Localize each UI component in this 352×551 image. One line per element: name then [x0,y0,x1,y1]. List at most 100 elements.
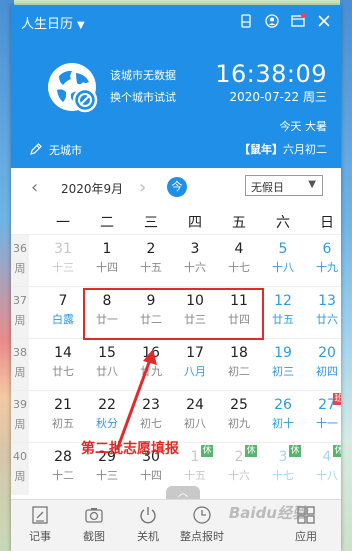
day-cell[interactable]: 17 八月 [173,339,217,391]
today-solar-term: 今天 大暑 [279,120,328,133]
day-number: 2 [146,241,156,257]
lunar-day-label: 廿五 [272,313,294,326]
no-weather-globe-icon[interactable] [45,60,101,116]
week-number: 37 周 [11,287,29,339]
shutdown-label: 关机 [137,530,159,543]
day-cell[interactable]: 2 十五 [129,235,173,287]
mini-mode-icon[interactable] [237,12,255,30]
weekday-wed: 三 [144,215,158,231]
highlight-box [83,288,264,340]
day-cell[interactable]: 31 十三 [41,235,85,287]
day-cell[interactable]: 26 初十 [261,391,305,443]
day-number: 20 [318,345,336,361]
day-cell[interactable]: 28 十二 [41,443,85,495]
month-label[interactable]: 2020年9月 [61,180,123,197]
lunar-day-label: 十六 [184,261,206,274]
day-cell[interactable]: 18 初二 [217,339,261,391]
user-icon[interactable] [263,12,281,30]
today-button[interactable]: 今 [167,177,187,197]
chevron-down-icon[interactable]: ▼ [77,20,85,31]
day-cell[interactable]: 20 初四 [305,339,341,391]
day-cell[interactable]: 27 十一班 [305,391,341,443]
day-cell[interactable]: 2 十六休 [217,443,261,495]
rest-day-badge: 休 [333,445,341,457]
hourly-chime-button[interactable]: 整点报时 [175,504,229,544]
no-city-link[interactable]: 无城市 [49,142,82,158]
lunar-day-label: 白露 [52,313,74,326]
weekday-sat: 六 [276,215,290,231]
clock-icon [193,506,211,524]
day-number: 24 [186,397,204,413]
lunar-day-label: 十八 [272,261,294,274]
camera-icon [85,508,103,523]
lunar-day-label: 初九 [228,417,250,430]
notification-dot [301,13,306,18]
lunar-date: 【鼠年】六月初二 [239,141,327,157]
day-cell[interactable]: 6 十九 [305,235,341,287]
header: 人生日历 ▼ 该城市无数据 换个城市试试 16:38:09 2020-07-22… [11,5,341,168]
day-cell[interactable]: 14 廿七 [41,339,85,391]
shutdown-button[interactable]: 关机 [121,504,175,544]
weekday-header: 一 二 三 四 五 六 日 [11,208,341,236]
chevron-down-icon: ▼ [308,179,316,190]
change-city-link[interactable]: 换个城市试试 [110,89,176,105]
rest-day-badge: 休 [289,445,301,457]
lunar-day-label: 十五 [184,469,206,482]
day-cell[interactable]: 7 白露 [41,287,85,339]
lunar-day-label: 十八 [316,469,338,482]
weekday-tue: 二 [100,215,114,231]
wallpaper-right [340,0,352,551]
header-icons [237,12,333,30]
close-icon[interactable] [315,12,333,30]
day-cell[interactable]: 3 十六 [173,235,217,287]
lunar-day-label: 十六 [228,469,250,482]
clock-time: 16:38:09 [215,60,327,88]
day-number: 18 [230,345,248,361]
week-row: 38 周14廿七15廿八16廿九17八月18初二19初三20初四 [11,338,341,391]
lunar-day-label: 廿六 [316,313,338,326]
lunar-day-label: 八月 [184,365,206,378]
lunar-day-label: 十二 [52,469,74,482]
day-cell[interactable]: 21 初五 [41,391,85,443]
day-number: 17 [186,345,204,361]
watermark: Baidu经验 [228,504,307,522]
notes-button[interactable]: 记事 [13,504,67,544]
day-number: 5 [278,241,288,257]
lunar-day-label: 初四 [316,365,338,378]
day-cell[interactable]: 25 初九 [217,391,261,443]
next-month-icon[interactable]: › [139,177,146,198]
lunar-day-label: 初八 [184,417,206,430]
lunar-day-label: 初二 [228,365,250,378]
day-cell[interactable]: 24 初八 [173,391,217,443]
day-cell[interactable]: 13 廿六 [305,287,341,339]
day-cell[interactable]: 1 十四 [85,235,129,287]
day-cell[interactable]: 19 初三 [261,339,305,391]
pencil-icon[interactable] [29,142,43,156]
lunar-day-label: 初五 [52,417,74,430]
lunar-day-label: 十三 [52,261,74,274]
day-number: 3 [190,241,200,257]
day-number: 25 [230,397,248,413]
day-cell[interactable]: 3 十七休 [261,443,305,495]
day-cell[interactable]: 5 十八 [261,235,305,287]
collapse-tab[interactable]: ︿ [166,486,200,500]
day-number: 6 [322,241,332,257]
day-cell[interactable]: 4 十八休 [305,443,341,495]
note-icon [32,506,48,524]
prev-month-icon[interactable]: ‹ [31,177,38,198]
week-number: 40 周 [11,443,29,495]
screenshot-label: 截图 [83,530,105,543]
holiday-select[interactable]: 无假日 ▼ [245,175,323,196]
month-nav: ‹ 2020年9月 › 今 无假日 ▼ [11,168,341,206]
screenshot-button[interactable]: 截图 [67,504,121,544]
lunar-day-label: 廿七 [52,365,74,378]
day-cell[interactable]: 12 廿五 [261,287,305,339]
day-cell[interactable]: 4 十七 [217,235,261,287]
menu-icon[interactable] [289,12,307,30]
notes-label: 记事 [29,530,51,543]
weekday-thu: 四 [188,215,202,231]
app-title[interactable]: 人生日历 ▼ [21,13,85,32]
day-number: 7 [58,293,68,309]
app-title-text: 人生日历 [21,17,74,32]
day-number: 13 [318,293,336,309]
